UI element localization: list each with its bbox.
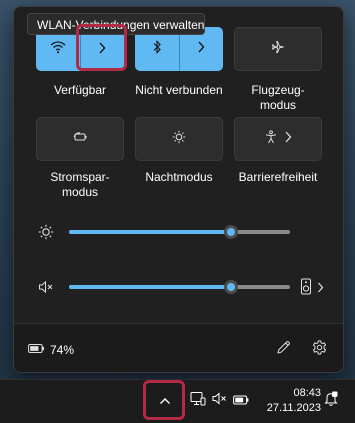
volume-slider-row: [14, 275, 343, 299]
battery-icon: [28, 341, 45, 359]
taskbar-clock[interactable]: 08:43 27.11.2023: [267, 386, 321, 416]
bluetooth-icon: [152, 39, 162, 59]
clock-date: 27.11.2023: [266, 402, 321, 414]
speaker-muted-icon[interactable]: [38, 280, 54, 299]
gear-icon[interactable]: [312, 340, 327, 360]
battery-status-button[interactable]: 74%: [28, 341, 74, 359]
chevron-right-icon: [317, 280, 324, 298]
wifi-manage-tooltip: WLAN-Verbindungen verwalten: [27, 13, 205, 35]
airplane-mode-tile[interactable]: [234, 27, 322, 71]
audio-output-device-button[interactable]: [300, 278, 324, 300]
volume-slider-thumb[interactable]: [224, 280, 238, 294]
accessibility-icon: [264, 129, 278, 149]
chevron-right-icon: [98, 41, 106, 58]
notification-center-button[interactable]: [322, 390, 340, 412]
night-light-tile-label: Nachtmodus: [145, 170, 213, 184]
speaker-muted-icon: [212, 392, 227, 410]
accessibility-tile[interactable]: [234, 117, 322, 161]
bluetooth-tile-label: Nicht verbunden: [135, 83, 223, 97]
volume-slider-fill: [69, 285, 231, 289]
chevron-right-icon: [284, 130, 292, 148]
battery-saver-tile-label: Stromspar- modus: [50, 170, 110, 199]
wifi-tile-label: Verfügbar: [53, 83, 107, 97]
pencil-icon[interactable]: [276, 340, 291, 360]
battery-percent: 74%: [50, 343, 75, 357]
battery-saver-icon: [72, 130, 88, 148]
night-light-tile[interactable]: [135, 117, 223, 161]
quick-settings-panel: Verfügbar Nicht verbunden Flugzeug- modu…: [13, 6, 344, 373]
brightness-slider-thumb[interactable]: [224, 225, 238, 239]
chevron-right-icon: [197, 40, 205, 58]
network-icon: [190, 391, 206, 411]
show-hidden-icons-button[interactable]: [150, 386, 180, 416]
quick-settings-button[interactable]: [184, 386, 254, 416]
night-light-icon: [172, 130, 186, 149]
taskbar: 08:43 27.11.2023: [0, 379, 355, 423]
clock-time: 08:43: [293, 387, 321, 399]
airplane-icon: [271, 40, 285, 59]
battery-saver-tile[interactable]: [36, 117, 124, 161]
accessibility-tile-label: Barrierefreiheit: [238, 170, 318, 184]
brightness-slider-row: [14, 220, 343, 244]
airplane-mode-tile-label: Flugzeug- modus: [251, 83, 305, 112]
brightness-icon: [38, 224, 54, 245]
quick-settings-footer: 74%: [14, 323, 343, 372]
speaker-device-icon: [300, 278, 312, 300]
notification-bell-icon: [324, 391, 338, 412]
chevron-up-icon: [159, 392, 171, 410]
battery-icon: [232, 392, 249, 410]
wifi-icon: [50, 40, 66, 59]
brightness-slider-fill: [69, 230, 231, 234]
